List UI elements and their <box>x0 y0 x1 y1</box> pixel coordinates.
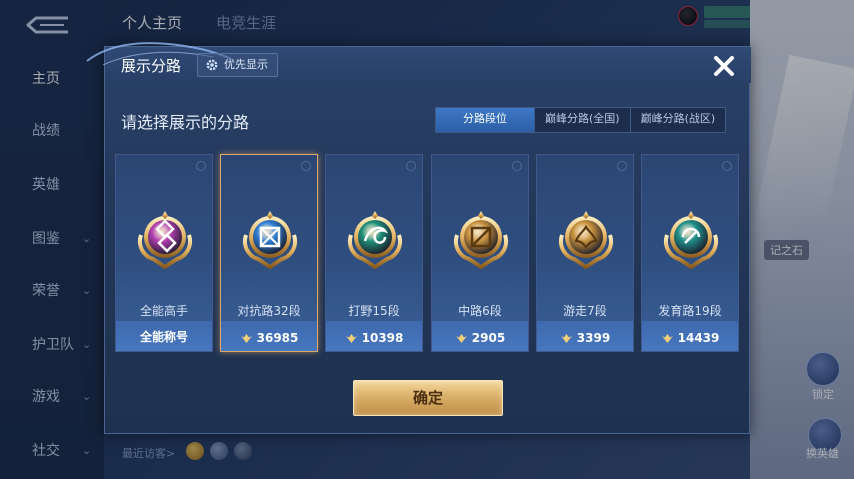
bottom-value-text: 2905 <box>471 331 506 345</box>
score-wing-icon <box>661 333 673 343</box>
confirm-button[interactable]: 确定 <box>353 380 503 416</box>
corner-ornament <box>406 161 416 171</box>
ranking-type-tabs: 分路段位 巅峰分路(全国) 巅峰分路(战区) <box>435 107 727 133</box>
lane-card-clash-lane[interactable]: 对抗路32段 36985 <box>220 154 318 352</box>
tab-peak-lane-national[interactable]: 巅峰分路(全国) <box>534 108 630 132</box>
bottom-value-text: 14439 <box>677 331 720 345</box>
farm-lane-emblem-icon <box>661 207 721 271</box>
corner-ornament <box>617 161 627 171</box>
corner-ornament <box>196 161 206 171</box>
score-value: 14439 <box>642 331 738 345</box>
score-wing-icon <box>455 333 467 343</box>
dialog-subtitle: 请选择展示的分路 <box>121 113 250 132</box>
priority-display-label: 优先显示 <box>224 58 268 71</box>
lane-card-jungle[interactable]: 打野15段 10398 <box>325 154 423 352</box>
dialog-header: 展示分路 优先显示 <box>86 42 751 83</box>
corner-ornament <box>722 161 732 171</box>
lane-card-roam[interactable]: 游走7段 3399 <box>536 154 634 352</box>
lane-card-mid-lane[interactable]: 中路6段 2905 <box>431 154 529 352</box>
score-value: 36985 <box>221 331 317 345</box>
priority-display-button[interactable]: 优先显示 <box>197 53 278 77</box>
title-value: 全能称号 <box>116 328 212 345</box>
score-value: 2905 <box>432 331 528 345</box>
rank-label: 发育路19段 <box>658 304 722 318</box>
tab-lane-rank[interactable]: 分路段位 <box>436 108 534 132</box>
rank-label: 游走7段 <box>563 304 607 318</box>
close-icon[interactable] <box>709 51 739 81</box>
tab-peak-lane-region[interactable]: 巅峰分路(战区) <box>629 108 726 132</box>
display-lane-dialog: 展示分路 优先显示 请选择展示的分路 分路段位 巅峰分路(全国) 巅峰分路(战区… <box>86 42 751 434</box>
rank-label: 全能高手 <box>139 304 188 318</box>
roam-emblem-icon <box>556 207 616 271</box>
bottom-value-text: 全能称号 <box>139 330 188 344</box>
bottom-value-text: 36985 <box>256 331 299 345</box>
score-value: 3399 <box>537 331 633 345</box>
score-wing-icon <box>240 333 252 343</box>
dialog-title: 展示分路 <box>121 57 182 75</box>
bottom-value-text: 10398 <box>361 331 404 345</box>
corner-ornament <box>512 161 522 171</box>
rank-label: 打野15段 <box>348 304 400 318</box>
score-wing-icon <box>345 333 357 343</box>
jungle-emblem-icon <box>345 207 405 271</box>
clash-lane-emblem-icon <box>240 207 300 271</box>
lane-card-farm-lane[interactable]: 发育路19段 14439 <box>641 154 739 352</box>
rank-label: 对抗路32段 <box>237 304 301 318</box>
corner-ornament <box>301 161 311 171</box>
bottom-value-text: 3399 <box>576 331 611 345</box>
gear-icon <box>206 59 218 71</box>
score-wing-icon <box>560 333 572 343</box>
rank-label: 中路6段 <box>458 304 502 318</box>
all-round-emblem-icon <box>135 207 195 271</box>
score-value: 10398 <box>326 331 422 345</box>
mid-lane-emblem-icon <box>451 207 511 271</box>
lane-card-all-round[interactable]: 全能高手 全能称号 <box>115 154 213 352</box>
